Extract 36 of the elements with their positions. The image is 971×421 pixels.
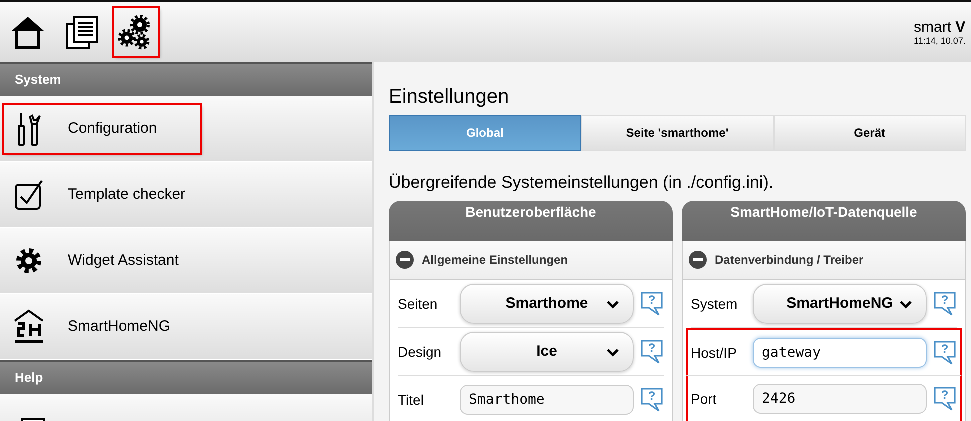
timestamp: 11:14, 10.07. — [914, 36, 966, 46]
menu-item[interactable]: Template checker — [68, 186, 186, 203]
tab[interactable]: Seite 'smarthome' — [581, 115, 774, 151]
documents-icon[interactable] — [64, 14, 100, 50]
description: Übergreifende Systemeinstellungen (in ./config.ini). — [389, 173, 775, 193]
chevron-down-icon — [607, 300, 619, 308]
collapse-icon[interactable] — [396, 251, 414, 269]
field-label: Port — [691, 391, 718, 407]
select-field[interactable]: Ice — [460, 332, 634, 372]
menu-item[interactable]: Configuration — [68, 120, 158, 137]
section-header: System — [0, 62, 372, 96]
collapse-icon[interactable] — [689, 251, 707, 269]
field-label: Seiten — [398, 296, 439, 312]
field-label: System — [691, 296, 739, 312]
text-field[interactable]: 2426 — [753, 384, 927, 414]
panel-header: Benutzeroberfläche — [389, 201, 673, 241]
section-header: Help — [0, 360, 372, 394]
home-icon[interactable] — [10, 14, 46, 50]
chevron-down-icon — [607, 348, 619, 356]
panel-header: SmartHome/IoT-Datenquelle — [682, 201, 966, 241]
select-field[interactable]: SmartHomeNG — [753, 284, 927, 324]
group-title[interactable]: Allgemeine Einstellungen — [422, 253, 568, 267]
chevron-down-icon — [900, 300, 912, 308]
tab[interactable]: Gerät — [774, 115, 966, 151]
field-label: Titel — [398, 392, 425, 408]
field-label: Host/IP — [691, 344, 738, 360]
select-field[interactable]: Smarthome — [460, 284, 634, 324]
group-title[interactable]: Datenverbindung / Treiber — [715, 253, 864, 267]
text-field[interactable]: gateway — [753, 338, 927, 368]
house-logo-icon — [12, 308, 46, 344]
menu-item[interactable]: Widget Assistant — [68, 252, 179, 269]
text-field[interactable]: Smarthome — [460, 384, 634, 414]
menu-item[interactable]: SmartHomeNG — [68, 318, 171, 335]
field-label: Design — [398, 344, 443, 360]
app-title: smart V — [914, 18, 966, 36]
page-title: Einstellungen — [389, 86, 510, 109]
